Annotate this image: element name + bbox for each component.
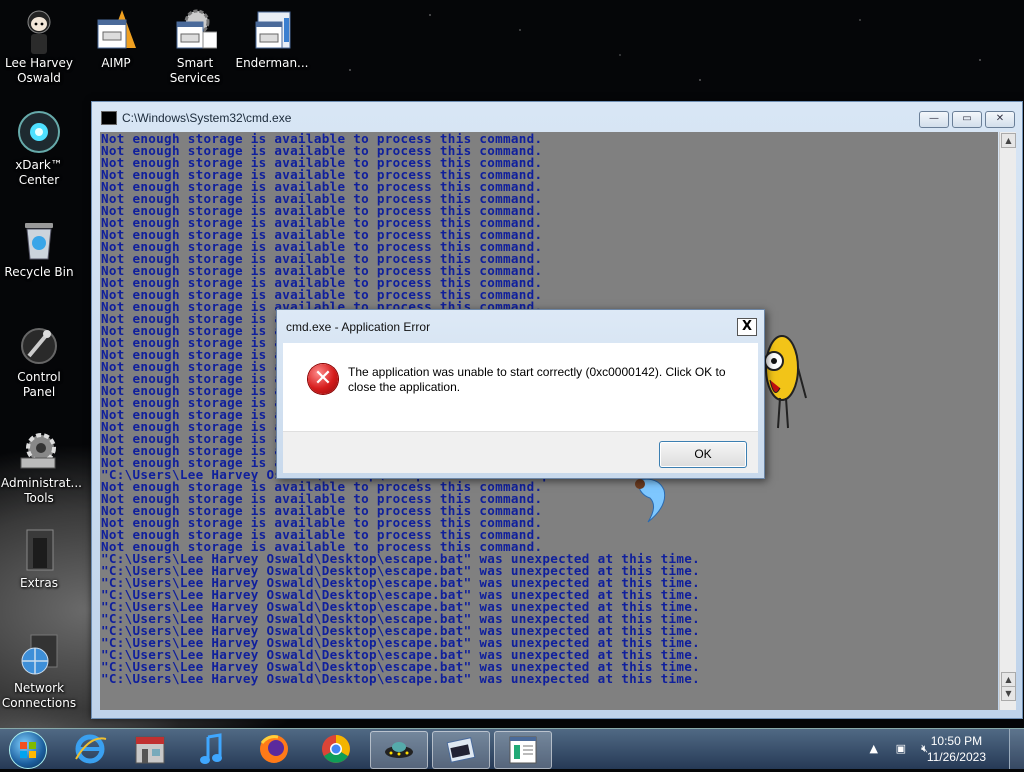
ok-button[interactable]: OK [659,441,747,468]
desktop-icon-xdark-center[interactable]: xDark™ Center [1,110,77,188]
cmd-title-bar[interactable]: C:\Windows\System32\cmd.exe — ▭ ✕ [92,102,1022,132]
firefox-icon[interactable] [246,731,302,767]
desktop-icon-aimp[interactable]: AIMP [78,8,154,71]
taskbar: ▲ ▣ 🔇︎ 10:50 PM 11/26/2023 [0,728,1024,769]
admin-tools-gear-icon [17,428,61,472]
desktop-icon-label: Network Connections [1,681,77,710]
minimize-button[interactable]: — [919,111,949,128]
dialog-close-button[interactable]: X [737,318,757,336]
desktop-icon-extras[interactable]: Extras [1,528,77,591]
dialog-title: cmd.exe - Application Error [286,320,431,334]
chrome-icon[interactable] [308,731,364,767]
desktop-icon-label: AIMP [101,56,131,70]
desktop-icon-administrative-tools[interactable]: Administrat... Tools [1,428,82,506]
start-button[interactable] [4,729,48,769]
user-folder-icon [17,8,61,54]
system-clock[interactable]: 10:50 PM 11/26/2023 [927,733,986,765]
desktop-icon-control-panel[interactable]: Control Panel [1,322,77,400]
xdark-orb-icon [17,110,61,154]
application-error-dialog[interactable]: cmd.exe - Application Error X ✕ The appl… [276,309,765,479]
desktop-icon-label: Administrat... Tools [1,476,82,505]
control-panel-icon [17,322,61,366]
dialog-footer: OK [283,431,758,473]
desktop-icon-label: Extras [20,576,58,590]
desktop-icon-label: Lee Harvey Oswald [5,56,73,85]
desktop-icon-label: Recycle Bin [4,265,74,279]
ufo-app-icon[interactable] [370,731,428,769]
show-desktop-button[interactable] [1009,729,1024,769]
extras-folder-icon [17,528,61,572]
show-hidden-icons-arrow-icon[interactable]: ▲ [870,742,878,755]
genie-decoration [635,478,666,523]
desktop-icon-lee-harvey-oswald[interactable]: Lee Harvey Oswald [1,8,77,86]
desktop-icon-enderman[interactable]: Enderman... [234,8,310,71]
error-icon: ✕ [308,364,338,394]
aimp-icon [94,8,138,52]
cartoon-character-decoration [764,335,807,429]
internet-explorer-icon[interactable] [62,731,118,767]
desktop-icon-label: Control Panel [17,370,61,399]
clock-date: 11/26/2023 [926,750,986,764]
maximize-button[interactable]: ▭ [952,111,982,128]
scroll-down-arrow-icon[interactable]: ▲ [1001,672,1016,687]
windows-orb-icon [9,731,47,769]
clock-time: 10:50 PM [930,734,983,748]
cmd-window-icon[interactable] [101,111,117,125]
store-icon[interactable] [122,731,178,767]
cmd-task-icon[interactable] [432,731,490,769]
network-globe-icon [17,633,61,677]
desktop-icon-recycle-bin[interactable]: Recycle Bin [1,217,77,280]
network-tray-icon[interactable]: ▣ [896,742,906,755]
dialog-message: The application was unable to start corr… [348,365,726,394]
desktop-icon-label: xDark™ Center [15,158,63,187]
scroll-up-arrow-icon[interactable]: ▲ [1001,133,1016,148]
scroll-down-arrow-icon[interactable]: ▼ [1001,686,1016,701]
enderman-app-icon [250,8,294,52]
desktop-icon-label: Enderman... [235,56,309,70]
desktop-icon-smart-services[interactable]: Smart Services [157,8,233,86]
music-icon[interactable] [184,731,240,767]
recycle-bin-icon [17,217,61,261]
close-button[interactable]: ✕ [985,111,1015,128]
dialog-body: ✕ The application was unable to start co… [283,343,758,431]
notepad-icon[interactable] [494,731,552,769]
cmd-window-title: C:\Windows\System32\cmd.exe [122,111,292,125]
desktop-icon-network-connections[interactable]: Network Connections [1,633,77,711]
console-scrollbar[interactable]: ▲ ▲ ▼ [999,132,1016,710]
desktop-icon-label: Smart Services [169,56,221,85]
services-gear-icon [173,8,218,52]
